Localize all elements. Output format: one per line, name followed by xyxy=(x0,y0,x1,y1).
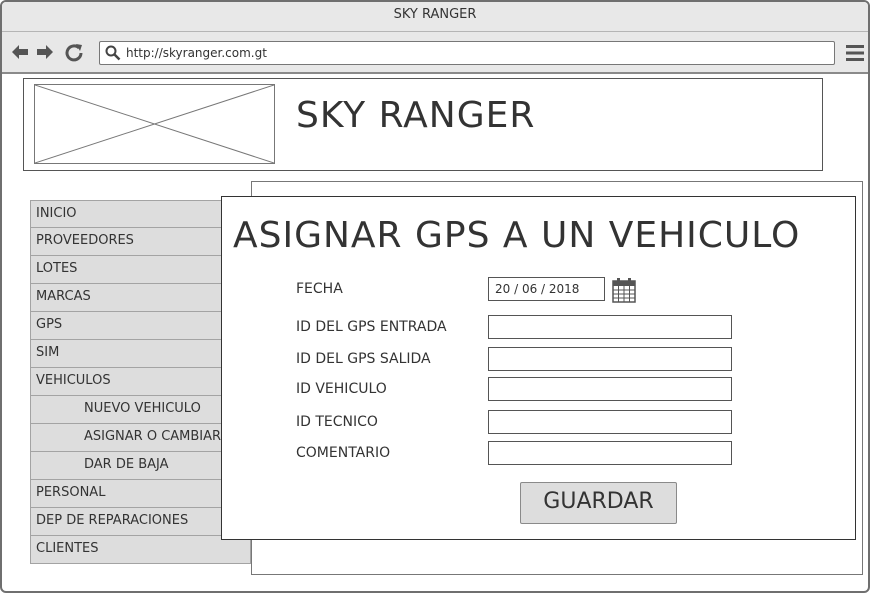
id-tecnico-label: ID TECNICO xyxy=(296,414,378,430)
site-header: SKY RANGER xyxy=(23,78,823,171)
sidebar-subitem-dar-de-baja[interactable]: DAR DE BAJA xyxy=(30,452,251,480)
sidebar-item-proveedores[interactable]: PROVEEDORES xyxy=(30,228,251,256)
guardar-button[interactable]: GUARDAR xyxy=(520,482,677,524)
sidebar-item-sim[interactable]: SIM xyxy=(30,340,251,368)
reload-icon[interactable] xyxy=(64,42,84,62)
calendar-icon[interactable] xyxy=(612,277,636,303)
search-icon xyxy=(105,45,121,61)
comentario-label: COMENTARIO xyxy=(296,445,391,461)
id-gps-salida-label: ID DEL GPS SALIDA xyxy=(296,351,431,367)
sidebar-subitem-nuevo-vehiculo[interactable]: NUEVO VEHICULO xyxy=(30,396,251,424)
id-gps-entrada-label: ID DEL GPS ENTRADA xyxy=(296,319,447,335)
fecha-label: FECHA xyxy=(296,281,343,297)
sidebar-item-lotes[interactable]: LOTES xyxy=(30,256,251,284)
sidebar-item-inicio[interactable]: INICIO xyxy=(30,200,251,228)
comentario-input[interactable] xyxy=(488,441,732,465)
sidebar-item-clientes[interactable]: CLIENTES xyxy=(30,536,251,564)
browser-navbar: http://skyranger.com.gt xyxy=(2,32,868,74)
form-title: ASIGNAR GPS A UN VEHICULO xyxy=(233,215,801,256)
site-title: SKY RANGER xyxy=(296,95,536,136)
sidebar-item-vehiculos[interactable]: VEHICULOS xyxy=(30,368,251,396)
sidebar-item-personal[interactable]: PERSONAL xyxy=(30,480,251,508)
hamburger-menu-icon[interactable] xyxy=(846,44,864,62)
sidebar-item-marcas[interactable]: MARCAS xyxy=(30,284,251,312)
id-gps-entrada-input[interactable] xyxy=(488,315,732,339)
sidebar-subitem-asignar-o-cambiar[interactable]: ASIGNAR O CAMBIAR xyxy=(30,424,251,452)
address-bar[interactable]: http://skyranger.com.gt xyxy=(99,41,835,65)
id-vehiculo-label: ID VEHICULO xyxy=(296,381,387,397)
url-text: http://skyranger.com.gt xyxy=(126,46,267,60)
id-vehiculo-input[interactable] xyxy=(488,377,732,401)
id-tecnico-input[interactable] xyxy=(488,410,732,434)
sidebar-item-gps[interactable]: GPS xyxy=(30,312,251,340)
assign-gps-form: ASIGNAR GPS A UN VEHICULO FECHA 20 / 06 … xyxy=(221,196,856,540)
back-arrow-icon[interactable] xyxy=(10,42,30,62)
forward-arrow-icon[interactable] xyxy=(35,42,55,62)
sidebar-item-dep-reparaciones[interactable]: DEP DE REPARACIONES xyxy=(30,508,251,536)
browser-window: SKY RANGER http://skyranger.com.gt SKY R… xyxy=(0,0,870,593)
id-gps-salida-input[interactable] xyxy=(488,347,732,371)
logo-image-placeholder xyxy=(34,84,275,164)
fecha-date-field[interactable]: 20 / 06 / 2018 xyxy=(488,277,605,301)
sidebar-nav: INICIO PROVEEDORES LOTES MARCAS GPS SIM … xyxy=(30,200,251,564)
window-title: SKY RANGER xyxy=(2,2,868,32)
